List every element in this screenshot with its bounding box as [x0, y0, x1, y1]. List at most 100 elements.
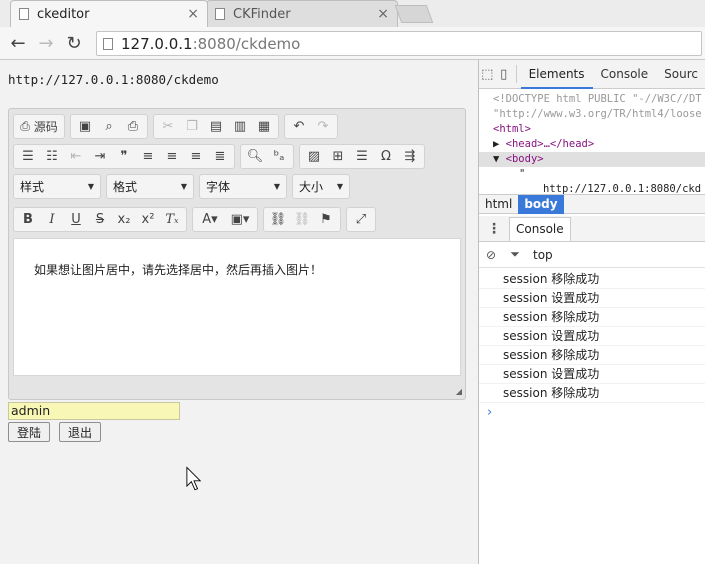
page-break-icon[interactable]: ⇶ [398, 146, 422, 168]
console-message: session 设置成功 [479, 365, 705, 384]
logout-button[interactable]: 退出 [59, 422, 101, 442]
console-prompt[interactable]: › [479, 403, 705, 422]
text-color-icon[interactable]: A▾ [195, 209, 225, 231]
source-button[interactable]: ⎙ 源码 [16, 116, 62, 138]
underline-icon[interactable]: U [64, 209, 88, 231]
numbered-list-icon[interactable]: ☰ [16, 146, 40, 168]
outdent-icon[interactable]: ⇤ [64, 146, 88, 168]
align-right-icon[interactable]: ≡ [184, 146, 208, 168]
login-button[interactable]: 登陆 [8, 422, 50, 442]
breadcrumb-html[interactable]: html [479, 195, 518, 214]
more-menu-icon[interactable]: ⋮ [479, 221, 509, 237]
console-toolbar: ⊘ ⏷ top [479, 242, 705, 268]
console-message: session 移除成功 [479, 308, 705, 327]
paste-word-icon[interactable]: ▦ [252, 116, 276, 138]
subscript-icon[interactable]: x₂ [112, 209, 136, 231]
bold-icon[interactable]: B [16, 209, 40, 231]
align-justify-icon[interactable]: ≣ [208, 146, 232, 168]
address-bar[interactable]: 127.0.0.1:8080/ckdemo [96, 31, 702, 56]
bulleted-list-icon[interactable]: ☷ [40, 146, 64, 168]
dom-node-selected[interactable]: ▼ <body> [479, 152, 705, 167]
tab-console[interactable]: Console [593, 60, 657, 89]
console-message: session 移除成功 [479, 384, 705, 403]
superscript-icon[interactable]: x² [136, 209, 160, 231]
tab-strip: ckeditor × CKFinder × [0, 0, 705, 27]
resize-handle-icon[interactable]: ◢ [456, 387, 462, 396]
console-message: session 移除成功 [479, 270, 705, 289]
image-icon[interactable]: ▨ [302, 146, 326, 168]
undo-icon[interactable]: ↶ [287, 116, 311, 138]
link-icon[interactable]: ⛓ [266, 209, 290, 231]
new-tab-button[interactable] [394, 5, 434, 23]
context-selector[interactable]: top [527, 248, 553, 262]
close-icon[interactable]: × [187, 6, 199, 22]
align-left-icon[interactable]: ≡ [136, 146, 160, 168]
align-center-icon[interactable]: ≡ [160, 146, 184, 168]
dom-node[interactable]: " [479, 167, 705, 182]
reload-button[interactable]: ↻ [60, 29, 88, 57]
forward-button[interactable]: → [32, 29, 60, 57]
chevron-down-icon: ▼ [273, 182, 280, 191]
dom-node[interactable]: <!DOCTYPE html PUBLIC "-//W3C//DT [479, 92, 705, 107]
browser-toolbar: ← → ↻ 127.0.0.1:8080/ckdemo [0, 27, 705, 60]
anchor-flag-icon[interactable]: ⚑ [314, 209, 338, 231]
dom-node-text: <head>…</head> [505, 138, 595, 150]
preview-icon[interactable]: ⌕ [97, 116, 121, 138]
maximize-icon[interactable]: ⤢ [349, 209, 373, 231]
page-viewport: http://127.0.0.1:8080/ckdemo ⎙ 源码 ▣ ⌕ ⎙ … [0, 60, 478, 564]
table-icon[interactable]: ⊞ [326, 146, 350, 168]
toolbar-group: 🔍︎ ᵇₐ [240, 144, 294, 169]
paste-icon[interactable]: ▤ [204, 116, 228, 138]
paste-text-icon[interactable]: ▥ [228, 116, 252, 138]
inspect-icon[interactable]: ⬚ [479, 60, 495, 89]
size-combo[interactable]: 大小 ▼ [292, 174, 350, 199]
clear-console-icon[interactable]: ⊘ [479, 248, 503, 262]
drawer-tab-console[interactable]: Console [509, 216, 571, 241]
tab-sources[interactable]: Sourc [656, 60, 705, 89]
toolbar-group: ✂ ❐ ▤ ▥ ▦ [153, 114, 279, 139]
dom-node-text: <body> [505, 153, 544, 165]
save-icon[interactable]: ▣ [73, 116, 97, 138]
filter-icon[interactable]: ⏷ [503, 247, 527, 262]
dom-node[interactable]: ▶ <head>…</head> [479, 137, 705, 152]
tab-elements[interactable]: Elements [520, 60, 593, 89]
format-combo[interactable]: 格式 ▼ [106, 174, 194, 199]
horizontal-line-icon[interactable]: ☰ [350, 146, 374, 168]
strikethrough-icon[interactable]: S [88, 209, 112, 231]
breadcrumb: html body [479, 194, 705, 214]
chevron-down-icon: ▼ [336, 182, 343, 191]
indent-icon[interactable]: ⇥ [88, 146, 112, 168]
replace-icon[interactable]: ᵇₐ [267, 146, 291, 168]
find-icon[interactable]: 🔍︎ [243, 146, 267, 168]
font-combo[interactable]: 字体 ▼ [199, 174, 287, 199]
close-icon[interactable]: × [377, 6, 389, 22]
editor-content[interactable]: 如果想让图片居中，请先选择居中，然后再插入图片！ [13, 238, 461, 376]
remove-format-icon[interactable]: Tₓ [160, 209, 184, 231]
italic-icon[interactable]: I [40, 209, 64, 231]
copy-icon[interactable]: ❐ [180, 116, 204, 138]
toolbar-row-2: ☰ ☷ ⇤ ⇥ ❞ ≡ ≡ ≡ ≣ 🔍︎ ᵇₐ ▨ ⊞ ☰ Ω ⇶ [13, 144, 430, 169]
toolbar-group: B I U S x₂ x² Tₓ [13, 207, 187, 232]
dom-node[interactable]: "http://www.w3.org/TR/html4/loose [479, 107, 705, 122]
tab-ckeditor[interactable]: ckeditor × [10, 0, 208, 27]
redo-icon[interactable]: ↷ [311, 116, 335, 138]
styles-label: 样式 [20, 180, 45, 194]
username-input[interactable]: admin [8, 402, 180, 420]
special-char-icon[interactable]: Ω [374, 146, 398, 168]
cut-icon[interactable]: ✂ [156, 116, 180, 138]
print-icon[interactable]: ⎙ [121, 116, 145, 138]
blockquote-icon[interactable]: ❞ [112, 146, 136, 168]
toolbar-group: ↶ ↷ [284, 114, 338, 139]
toolbar-row-3: 样式 ▼ 格式 ▼ 字体 ▼ 大小 ▼ [13, 174, 355, 199]
bg-color-icon[interactable]: ▣▾ [225, 209, 255, 231]
tab-ckfinder[interactable]: CKFinder × [206, 0, 398, 27]
unlink-icon[interactable]: ⛓ [290, 209, 314, 231]
device-toggle-icon[interactable]: ▯ [495, 60, 511, 89]
styles-combo[interactable]: 样式 ▼ [13, 174, 101, 199]
back-button[interactable]: ← [4, 29, 32, 57]
breadcrumb-body[interactable]: body [518, 194, 564, 214]
page-icon [19, 8, 29, 20]
mouse-pointer-icon [186, 466, 202, 491]
console-message: session 设置成功 [479, 289, 705, 308]
dom-node[interactable]: <html> [479, 122, 705, 137]
